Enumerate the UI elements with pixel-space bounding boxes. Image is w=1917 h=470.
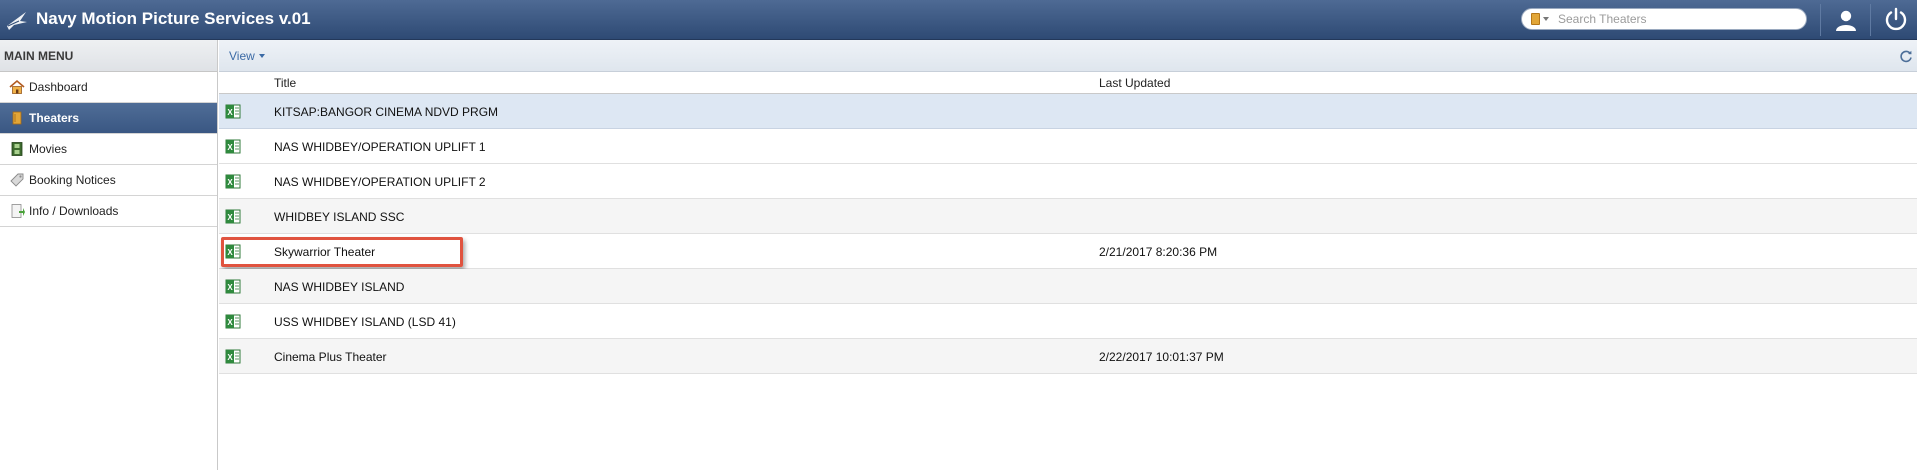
svg-text:X: X bbox=[227, 143, 233, 152]
search-box[interactable] bbox=[1521, 8, 1807, 30]
table-header: Title Last Updated bbox=[219, 72, 1917, 94]
app-header: Navy Motion Picture Services v.01 bbox=[0, 0, 1917, 40]
svg-text:X: X bbox=[227, 353, 233, 362]
table-row[interactable]: X USS WHIDBEY ISLAND (LSD 41) bbox=[219, 304, 1917, 339]
svg-text:X: X bbox=[227, 108, 233, 117]
main-menu-header: MAIN MENU bbox=[0, 40, 217, 72]
svg-text:X: X bbox=[227, 178, 233, 187]
sidebar-item-label: Movies bbox=[29, 142, 68, 156]
table-row[interactable]: X Cinema Plus Theater 2/22/2017 10:01:37… bbox=[219, 339, 1917, 374]
film-icon bbox=[11, 142, 23, 156]
sidebar-item-label: Dashboard bbox=[29, 80, 88, 94]
row-title: Skywarrior Theater bbox=[274, 245, 376, 259]
table-row[interactable]: X Skywarrior Theater 2/21/2017 8:20:36 P… bbox=[219, 234, 1917, 269]
row-last-updated: 2/21/2017 8:20:36 PM bbox=[1099, 245, 1218, 259]
theater-icon bbox=[12, 111, 22, 125]
power-icon[interactable] bbox=[1884, 7, 1908, 31]
tag-icon bbox=[10, 173, 24, 187]
header-divider bbox=[1820, 4, 1821, 36]
table-row[interactable]: X NAS WHIDBEY/OPERATION UPLIFT 2 bbox=[219, 164, 1917, 199]
svg-text:X: X bbox=[227, 318, 233, 327]
header-divider bbox=[1870, 4, 1871, 36]
user-icon[interactable] bbox=[1834, 8, 1858, 32]
view-label: View bbox=[229, 49, 255, 63]
sidebar-item-movies[interactable]: Movies bbox=[0, 134, 217, 165]
view-menu-button[interactable]: View bbox=[229, 49, 265, 63]
row-title: NAS WHIDBEY/OPERATION UPLIFT 2 bbox=[274, 175, 486, 189]
excel-file-icon: X bbox=[225, 314, 241, 329]
sidebar-item-dashboard[interactable]: Dashboard bbox=[0, 72, 217, 103]
table-row[interactable]: X WHIDBEY ISLAND SSC bbox=[219, 199, 1917, 234]
sidebar-item-booking-notices[interactable]: Booking Notices bbox=[0, 165, 217, 196]
chevron-down-icon bbox=[258, 54, 265, 58]
table-row[interactable]: X KITSAP:BANGOR CINEMA NDVD PRGM bbox=[219, 94, 1917, 129]
excel-file-icon: X bbox=[225, 279, 241, 294]
row-title: NAS WHIDBEY ISLAND bbox=[274, 280, 405, 294]
chevron-down-icon bbox=[1543, 17, 1549, 21]
table-body: X KITSAP:BANGOR CINEMA NDVD PRGM X NAS W… bbox=[219, 94, 1917, 374]
column-header-last-updated[interactable]: Last Updated bbox=[1099, 76, 1170, 90]
table-row[interactable]: X NAS WHIDBEY/OPERATION UPLIFT 1 bbox=[219, 129, 1917, 164]
theater-book-icon bbox=[1531, 13, 1540, 25]
excel-file-icon: X bbox=[225, 174, 241, 189]
excel-file-icon: X bbox=[225, 104, 241, 119]
search-input[interactable] bbox=[1558, 10, 1798, 28]
excel-file-icon: X bbox=[225, 244, 241, 259]
row-last-updated: 2/22/2017 10:01:37 PM bbox=[1099, 350, 1224, 364]
column-header-title[interactable]: Title bbox=[274, 76, 296, 90]
svg-text:X: X bbox=[227, 213, 233, 222]
sidebar-item-label: Theaters bbox=[29, 111, 80, 125]
house-icon bbox=[9, 79, 25, 94]
row-title: Cinema Plus Theater bbox=[274, 350, 387, 364]
jet-logo-icon bbox=[7, 12, 27, 30]
main-panel: View Title Last Updated X KITSAP:BANGOR … bbox=[219, 40, 1917, 470]
toolbar: View bbox=[219, 40, 1917, 72]
row-title: WHIDBEY ISLAND SSC bbox=[274, 210, 405, 224]
app-title: Navy Motion Picture Services v.01 bbox=[36, 9, 311, 28]
excel-file-icon: X bbox=[225, 349, 241, 364]
row-title: USS WHIDBEY ISLAND (LSD 41) bbox=[274, 315, 456, 329]
sidebar-item-theaters[interactable]: Theaters bbox=[0, 103, 217, 134]
download-icon bbox=[11, 204, 25, 218]
sidebar-item-label: Info / Downloads bbox=[29, 204, 119, 218]
sidebar: MAIN MENU Dashboard Theaters Movies Book… bbox=[0, 40, 218, 470]
svg-text:X: X bbox=[227, 283, 233, 292]
row-title: NAS WHIDBEY/OPERATION UPLIFT 1 bbox=[274, 140, 486, 154]
table-row[interactable]: X NAS WHIDBEY ISLAND bbox=[219, 269, 1917, 304]
excel-file-icon: X bbox=[225, 139, 241, 154]
refresh-icon[interactable] bbox=[1899, 49, 1913, 63]
sidebar-item-label: Booking Notices bbox=[29, 173, 116, 187]
sidebar-item-info-downloads[interactable]: Info / Downloads bbox=[0, 196, 217, 227]
search-scope-dropdown[interactable] bbox=[1522, 13, 1558, 25]
svg-text:X: X bbox=[227, 248, 233, 257]
excel-file-icon: X bbox=[225, 209, 241, 224]
row-title: KITSAP:BANGOR CINEMA NDVD PRGM bbox=[274, 105, 499, 119]
